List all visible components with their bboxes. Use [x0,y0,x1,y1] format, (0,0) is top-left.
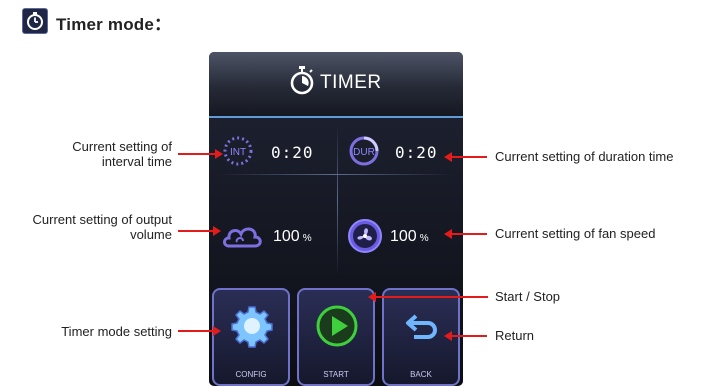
callout-line-start [375,296,488,298]
duration-badge: DUR [353,147,375,158]
config-button[interactable]: CONFIG [212,288,290,386]
callout-line-config [178,330,215,332]
annotation-start-stop: Start / Stop [495,289,561,304]
fan-value[interactable]: 100% [390,228,429,246]
duration-value[interactable]: 0:20 [395,143,438,162]
return-arrow-icon [402,306,442,346]
volume-unit: % [302,233,312,244]
volume-number: 100 [273,228,300,245]
annotation-config: Timer mode setting [61,324,172,339]
annotation-volume-line2: volume [130,227,172,242]
play-icon [315,304,359,348]
annotation-interval-line2: interval time [101,154,172,169]
start-button[interactable]: START [297,288,375,386]
callout-line-volume [178,230,215,232]
callout-line-duration [451,156,487,158]
fan-number: 100 [390,228,417,245]
volume-cloud-icon [221,220,265,252]
interval-icon: INT [221,134,255,168]
page-title: Timer mode： [56,15,172,34]
callout-arrow-config [213,326,221,336]
screen-title: TIMER [320,72,382,93]
screen-title-bar: TIMER [209,52,463,118]
annotation-volume-line1: Current setting of output [32,212,172,227]
callout-arrow-interval [215,149,223,159]
callout-line-back [451,335,487,337]
grid-divider-vertical [337,124,338,276]
volume-value[interactable]: 100% [273,228,312,246]
callout-line-fan [451,233,487,235]
fan-icon [347,218,383,254]
annotation-interval: Current setting of interval time [40,139,172,169]
timer-mode-icon [22,8,48,34]
annotation-fan: Current setting of fan speed [495,226,656,241]
callout-arrow-volume [213,226,221,236]
device-screen: TIMER INT 0:20 DUR 0:20 100% 100 % CONFI… [209,52,463,386]
gear-icon [230,304,274,348]
grid-divider-horizontal [219,174,453,175]
interval-value[interactable]: 0:20 [271,143,314,162]
config-label: CONFIG [235,370,267,379]
annotation-duration: Current setting of duration time [495,149,674,164]
start-label: START [323,370,349,379]
stopwatch-icon [289,65,315,95]
annotation-interval-line1: Current setting of [72,139,172,154]
annotation-volume: Current setting of output volume [2,212,172,242]
fan-unit: % [419,233,429,244]
callout-line-interval [178,153,217,155]
interval-badge: INT [230,147,246,158]
duration-icon: DUR [347,134,381,168]
annotation-return: Return [495,328,535,343]
back-label: BACK [410,370,432,379]
